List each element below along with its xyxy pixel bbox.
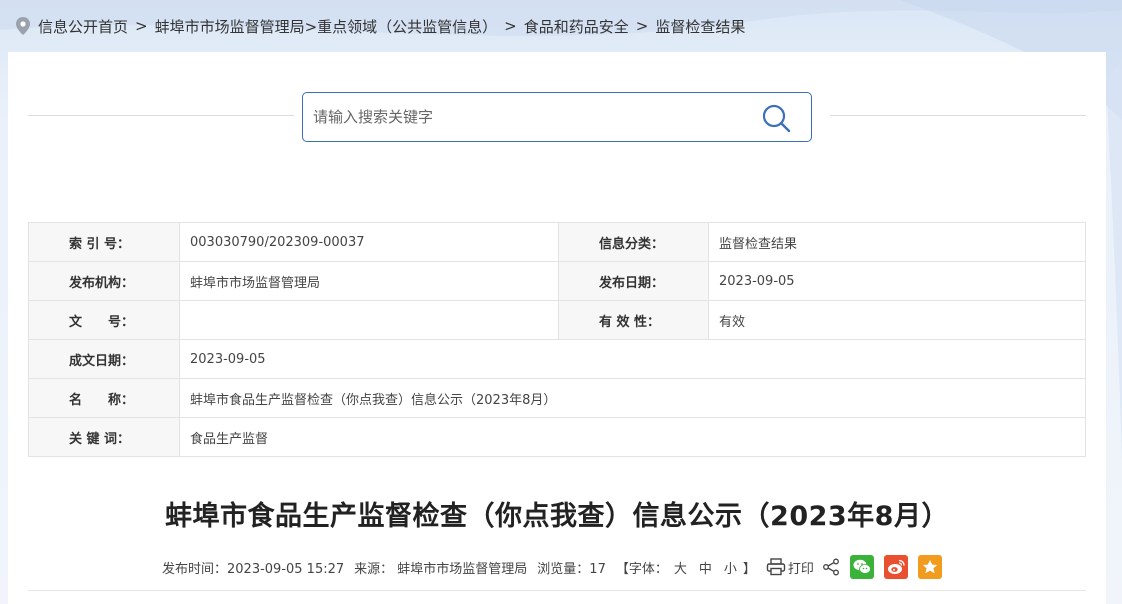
breadcrumb-item-bureau[interactable]: 蚌埠市市场监督管理局>重点领域（公共监管信息） <box>155 16 498 37</box>
font-size-suffix: 】 <box>742 561 756 577</box>
validity-label: 有 效 性： <box>558 300 709 340</box>
breadcrumb-separator: > <box>135 17 148 35</box>
search-button[interactable] <box>759 101 793 135</box>
star-icon <box>922 560 938 574</box>
wechat-icon <box>853 559 871 574</box>
category-label: 信息分类： <box>558 222 709 262</box>
share-icon <box>822 558 839 576</box>
share-button[interactable] <box>822 558 840 576</box>
content-panel: 索 引 号： 003030790/202309-00037 信息分类： 监督检查… <box>8 52 1106 604</box>
search-icon <box>762 104 791 133</box>
table-row: 名 称： 蚌埠市食品生产监督检查（你点我查）信息公示（2023年8月） <box>28 378 1086 418</box>
breadcrumb-item-inspection-results[interactable]: 监督检查结果 <box>655 16 745 37</box>
font-size-prefix: 【字体： <box>615 561 668 577</box>
table-row: 成文日期： 2023-09-05 <box>28 339 1086 379</box>
divider-left <box>28 115 294 116</box>
document-metadata-table: 索 引 号： 003030790/202309-00037 信息分类： 监督检查… <box>28 222 1086 457</box>
divider-bottom <box>28 590 1086 591</box>
table-row: 发布机构： 蚌埠市市场监督管理局 发布日期： 2023-09-05 <box>28 261 1086 301</box>
created-date-value: 2023-09-05 <box>179 339 1086 379</box>
publish-date-value: 2023-09-05 <box>708 261 1086 301</box>
divider-right <box>830 115 1086 116</box>
search-input[interactable] <box>313 102 753 132</box>
name-value: 蚌埠市食品生产监督检查（你点我查）信息公示（2023年8月） <box>179 378 1086 418</box>
print-icon <box>766 558 786 576</box>
breadcrumb-item-home[interactable]: 信息公开首页 <box>38 16 128 37</box>
index-no-label: 索 引 号： <box>28 222 180 262</box>
name-label: 名 称： <box>28 378 180 418</box>
keywords-value: 食品生产监督 <box>179 417 1086 457</box>
table-row: 关 键 词： 食品生产监督 <box>28 417 1086 457</box>
search-box <box>302 92 812 142</box>
location-pin-icon <box>16 17 30 35</box>
share-weibo-button[interactable] <box>883 555 908 579</box>
category-value: 监督检查结果 <box>708 222 1086 262</box>
created-date-label: 成文日期： <box>28 339 180 379</box>
source: 来源： 蚌埠市市场监督管理局 <box>354 561 528 577</box>
doc-no-value <box>179 300 559 340</box>
publish-date-label: 发布日期： <box>558 261 709 301</box>
breadcrumb-separator: > <box>504 17 517 35</box>
share-wechat-button[interactable] <box>849 555 874 579</box>
doc-no-label: 文 号： <box>28 300 180 340</box>
font-size-large-button[interactable]: 大 <box>674 558 687 577</box>
publisher-label: 发布机构： <box>28 261 180 301</box>
font-size-small-button[interactable]: 小 <box>724 558 737 577</box>
article-info-bar: 发布时间：2023-09-05 15:27 来源： 蚌埠市市场监督管理局 浏览量… <box>162 552 942 582</box>
publisher-value: 蚌埠市市场监督管理局 <box>179 261 559 301</box>
print-label: 打印 <box>787 561 814 577</box>
font-size-medium-button[interactable]: 中 <box>699 558 712 577</box>
view-count: 浏览量：17 <box>537 561 606 577</box>
article-title: 蚌埠市食品生产监督检查（你点我查）信息公示（2023年8月） <box>165 501 949 532</box>
publish-time: 发布时间：2023-09-05 15:27 <box>162 561 345 577</box>
table-row: 索 引 号： 003030790/202309-00037 信息分类： 监督检查… <box>28 222 1086 262</box>
table-row: 文 号： 有 效 性： 有效 <box>28 300 1086 340</box>
breadcrumb-separator: > <box>635 17 649 35</box>
index-no-value: 003030790/202309-00037 <box>179 222 559 262</box>
weibo-icon <box>887 559 905 574</box>
validity-value: 有效 <box>708 300 1086 340</box>
breadcrumb-item-food-drug-safety[interactable]: 食品和药品安全 <box>524 16 629 37</box>
print-button[interactable]: 打印 <box>766 558 814 577</box>
keywords-label: 关 键 词： <box>28 417 180 457</box>
breadcrumb: 信息公开首页 > 蚌埠市市场监督管理局>重点领域（公共监管信息） > 食品和药品… <box>16 15 745 37</box>
favorite-button[interactable] <box>917 555 942 579</box>
